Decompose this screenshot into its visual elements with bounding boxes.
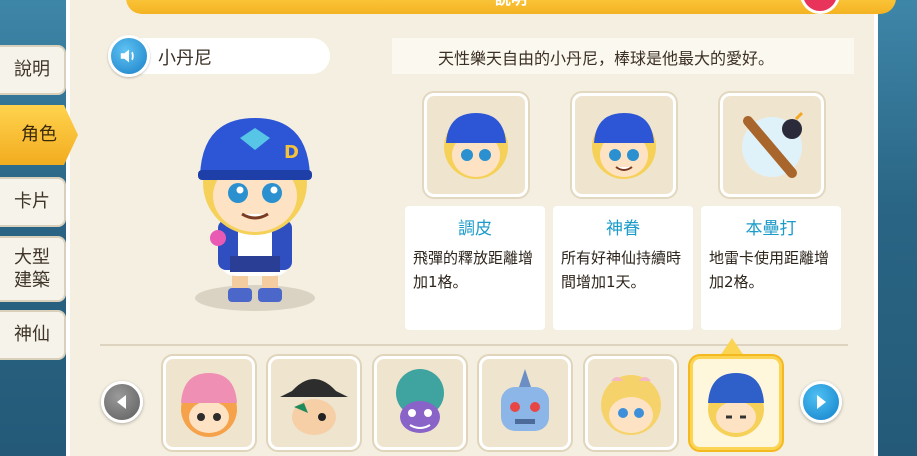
previous-character-button[interactable]	[101, 381, 143, 423]
skill-title-3: 本壘打	[745, 219, 797, 239]
character-description: 天性樂天自由的小丹尼，棒球是他最大的愛好。	[438, 49, 775, 68]
skill-card-2: 神眷 所有好神仙持續時間增加1天。	[553, 206, 693, 330]
octopus-villain-icon	[396, 369, 444, 433]
character-slot-4[interactable]	[479, 356, 571, 450]
character-name: 小丹尼	[158, 48, 212, 69]
skill-title-1: 調皮	[458, 219, 492, 239]
arrow-right-icon	[817, 395, 826, 409]
skill-title-2: 神眷	[606, 219, 640, 239]
tab-characters[interactable]: 角色	[0, 105, 78, 165]
character-slot-1[interactable]	[163, 356, 255, 450]
skill-image-2[interactable]	[572, 93, 676, 197]
danny-grin-icon	[592, 113, 656, 179]
danny-boy-icon	[708, 373, 764, 437]
arrow-left-icon	[117, 395, 126, 409]
tab-help[interactable]: 說明	[0, 45, 66, 95]
skill-image-3[interactable]	[720, 93, 824, 197]
tab-cards[interactable]: 卡片	[0, 177, 66, 227]
baseball-bat-bomb-icon	[742, 111, 804, 178]
danny-character-model: D	[198, 118, 312, 302]
tab-buildings-label: 大型建築	[14, 246, 50, 291]
character-slot-3[interactable]	[374, 356, 466, 450]
character-slot-5[interactable]	[585, 356, 677, 450]
speaker-icon[interactable]	[108, 35, 150, 77]
skill-desc-2: 所有好神仙持續時間增加1天。	[561, 249, 682, 291]
tab-buildings[interactable]: 大型建築	[0, 236, 66, 302]
panel-title: 說明	[126, 0, 896, 14]
svg-text:D: D	[284, 142, 299, 163]
character-slot-2[interactable]	[268, 356, 360, 450]
robot-icon	[501, 369, 549, 431]
skill-desc-1: 飛彈的釋放距離增加1格。	[413, 249, 534, 291]
pink-hat-girl-icon	[181, 373, 237, 437]
cowboy-hat-boy-icon	[280, 379, 348, 435]
blonde-girl-icon	[601, 375, 661, 435]
skill-card-1: 調皮 飛彈的釋放距離增加1格。	[405, 206, 545, 330]
skill-card-3: 本壘打 地雷卡使用距離增加2格。	[701, 206, 841, 330]
danny-smirk-icon	[444, 113, 508, 179]
tab-gods[interactable]: 神仙	[0, 310, 66, 360]
skill-desc-3: 地雷卡使用距離增加2格。	[709, 249, 830, 291]
next-character-button[interactable]	[800, 381, 842, 423]
character-slot-6[interactable]	[690, 356, 782, 450]
skill-image-1[interactable]	[424, 93, 528, 197]
